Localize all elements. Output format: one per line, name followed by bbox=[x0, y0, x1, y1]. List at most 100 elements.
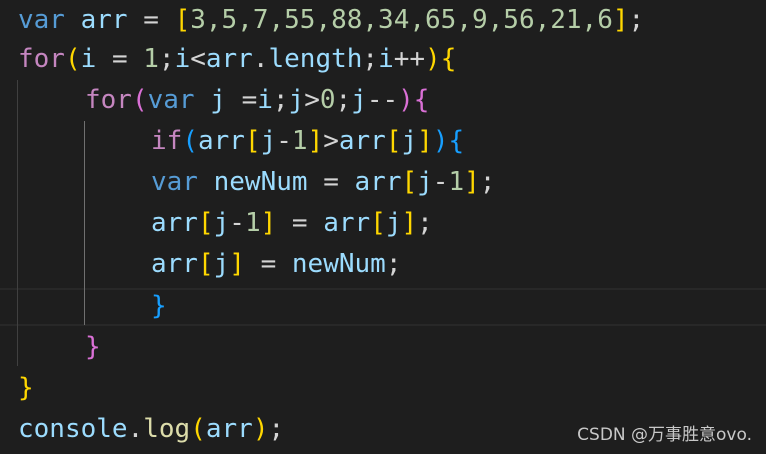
bracket: [ bbox=[401, 167, 418, 197]
variable: newNum bbox=[291, 249, 386, 279]
variable: console bbox=[18, 414, 128, 444]
semicolon: ; bbox=[362, 44, 379, 74]
code-line-7: arr[j] = newNum; bbox=[151, 244, 401, 285]
operator: = bbox=[260, 249, 277, 279]
brace: } bbox=[85, 332, 101, 362]
brace: } bbox=[18, 373, 34, 403]
paren: ( bbox=[182, 126, 198, 156]
variable: j bbox=[417, 167, 433, 197]
paren: ) bbox=[398, 85, 414, 115]
variable: arr bbox=[205, 414, 253, 444]
operator: < bbox=[190, 44, 206, 74]
bracket: ] bbox=[464, 167, 480, 197]
variable: j bbox=[260, 126, 277, 156]
brace: { bbox=[448, 126, 465, 156]
semicolon: ; bbox=[385, 249, 402, 279]
operator: = bbox=[143, 5, 159, 35]
code-line-6: arr[j-1] = arr[j]; bbox=[151, 203, 433, 244]
paren: ( bbox=[131, 85, 148, 115]
number: 1 bbox=[448, 167, 465, 197]
variable: arr bbox=[197, 126, 245, 156]
paren: ( bbox=[64, 44, 81, 74]
bracket: [ bbox=[244, 126, 261, 156]
current-line-highlight bbox=[0, 288, 766, 326]
keyword: if bbox=[151, 126, 183, 156]
bracket: ] bbox=[401, 208, 418, 238]
variable: j bbox=[213, 249, 230, 279]
variable: i bbox=[80, 44, 97, 74]
brace: { bbox=[413, 85, 430, 115]
code-line-2: for(i = 1;i<arr.length;i++){ bbox=[18, 39, 456, 80]
code-line-3: for(var j =i;j>0;j--){ bbox=[85, 80, 429, 121]
bracket: [ bbox=[197, 249, 214, 279]
operator: - bbox=[432, 167, 449, 197]
variable: i bbox=[257, 85, 273, 115]
bracket: [ bbox=[197, 208, 214, 238]
variable: arr bbox=[205, 44, 253, 74]
variable: j bbox=[351, 85, 367, 115]
code-editor[interactable]: var arr = [3,5,7,55,88,34,65,9,56,21,6];… bbox=[0, 0, 766, 454]
bracket: ] bbox=[307, 126, 324, 156]
semicolon: ; bbox=[479, 167, 496, 197]
dot: . bbox=[127, 414, 144, 444]
code-line-8: } bbox=[151, 286, 167, 327]
semicolon: ; bbox=[417, 208, 433, 238]
code-line-10: } bbox=[18, 368, 34, 409]
variable: j bbox=[213, 208, 230, 238]
code-line-5: var newNum = arr[j-1]; bbox=[151, 162, 495, 203]
keyword: var bbox=[147, 85, 195, 115]
operator: - bbox=[229, 208, 245, 238]
watermark: CSDN @万事胜意ovo. bbox=[577, 425, 752, 445]
variable: arr bbox=[323, 208, 371, 238]
semicolon: ; bbox=[335, 85, 352, 115]
bracket: [ bbox=[174, 5, 191, 35]
variable: arr bbox=[80, 5, 128, 35]
operator: = bbox=[291, 208, 308, 238]
code-line-1: var arr = [3,5,7,55,88,34,65,9,56,21,6]; bbox=[18, 0, 644, 41]
keyword: var bbox=[18, 5, 65, 35]
operator: ++ bbox=[393, 44, 426, 74]
variable: i bbox=[174, 44, 191, 74]
variable: j bbox=[288, 85, 305, 115]
variable: arr bbox=[151, 249, 198, 279]
operator: > bbox=[323, 126, 339, 156]
dot: . bbox=[252, 44, 269, 74]
keyword: for bbox=[85, 85, 132, 115]
variable: arr bbox=[354, 167, 402, 197]
bracket: [ bbox=[370, 208, 386, 238]
paren: ) bbox=[252, 414, 269, 444]
operator: = bbox=[323, 167, 339, 197]
keyword: var bbox=[151, 167, 198, 197]
array-values: 3,5,7,55,88,34,65,9,56,21,6 bbox=[190, 5, 613, 35]
variable: j bbox=[385, 208, 402, 238]
number: 0 bbox=[319, 85, 336, 115]
code-line-11: console.log(arr); bbox=[18, 409, 284, 450]
semicolon: ; bbox=[272, 85, 289, 115]
number: 1 bbox=[143, 44, 159, 74]
code-line-9: } bbox=[85, 327, 101, 368]
operator: - bbox=[276, 126, 292, 156]
function-name: log bbox=[143, 414, 191, 444]
bracket: ] bbox=[260, 208, 277, 238]
keyword: for bbox=[18, 44, 65, 74]
variable: j bbox=[401, 126, 418, 156]
paren: ) bbox=[432, 126, 449, 156]
variable: i bbox=[378, 44, 394, 74]
operator: = bbox=[241, 85, 258, 115]
semicolon: ; bbox=[158, 44, 175, 74]
number: 1 bbox=[244, 208, 261, 238]
semicolon: ; bbox=[628, 5, 645, 35]
brace: } bbox=[151, 291, 167, 321]
indent-guide-active bbox=[84, 121, 85, 325]
operator: -- bbox=[366, 85, 399, 115]
variable: arr bbox=[151, 208, 198, 238]
variable: newNum bbox=[213, 167, 308, 197]
bracket: [ bbox=[385, 126, 402, 156]
paren: ) bbox=[425, 44, 441, 74]
property: length bbox=[268, 44, 363, 74]
code-line-4: if(arr[j-1]>arr[j]){ bbox=[151, 121, 464, 162]
paren: ( bbox=[190, 414, 206, 444]
variable: arr bbox=[338, 126, 386, 156]
brace: { bbox=[440, 44, 457, 74]
number: 1 bbox=[291, 126, 308, 156]
